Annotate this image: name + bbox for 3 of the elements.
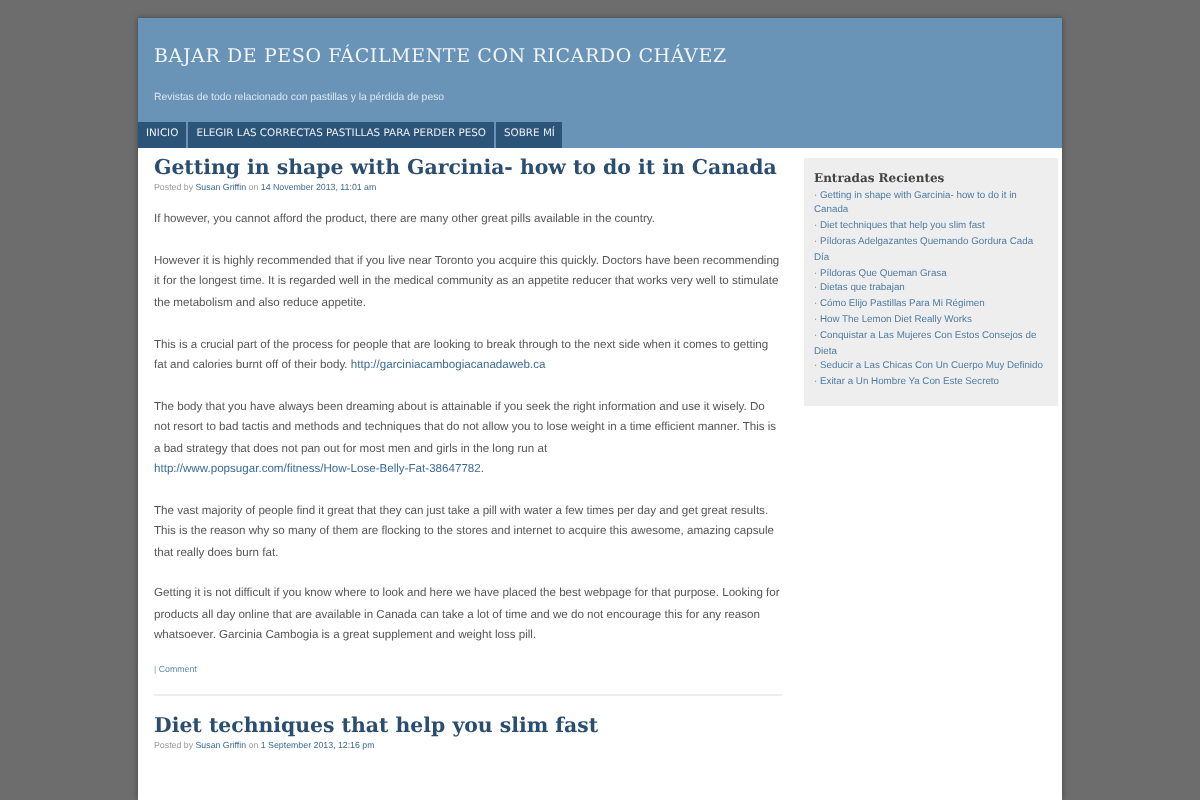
site-title[interactable]: BAJAR DE PESO FÁCILMENTE CON RICARDO CHÁVEZ <box>154 46 727 69</box>
post-title[interactable]: Getting in shape with Garcinia- how to do it in Canada <box>154 155 782 182</box>
post-title[interactable]: Diet techniques that help you slim fast <box>154 713 782 740</box>
